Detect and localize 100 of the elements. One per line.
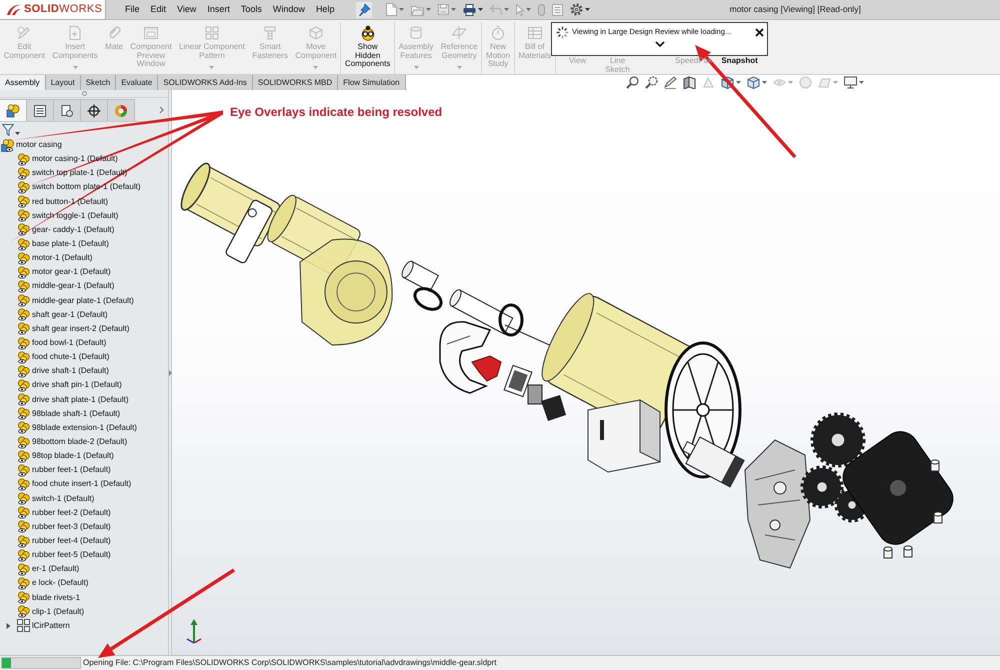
tree-item[interactable]: e lock- (Default) [32,577,88,590]
tree-item[interactable]: food bowl-1 (Default) [32,337,106,350]
window-icon [143,25,159,41]
tree-item[interactable]: 98blade shaft-1 (Default) [32,408,120,420]
expand-arrow-icon[interactable] [6,622,11,629]
tree-item[interactable]: motor casing [16,139,62,152]
tree-item[interactable]: motor-1 (Default) [32,252,92,264]
tree-item[interactable]: drive shaft-1 (Default) [32,365,109,378]
tree-item[interactable]: shaft gear-1 (Default) [32,308,108,321]
part-icon [17,548,30,562]
panel-tab[interactable] [0,99,27,121]
caret-icon[interactable] [859,81,864,84]
part-icon [17,364,30,378]
tree-item[interactable]: 98blade extension-1 (Default) [32,422,137,434]
tab[interactable]: Layout [46,75,81,90]
pencil-icon[interactable] [664,76,677,89]
tree-item[interactable]: switch-1 (Default) [32,492,94,505]
tree-item[interactable]: er-1 (Default) [32,563,80,576]
book-icon[interactable] [683,76,696,89]
menu-item[interactable]: View [177,2,196,16]
magnifier-icon[interactable] [645,76,658,89]
filter-icon[interactable] [2,124,14,136]
tab[interactable]: Assembly [0,75,46,90]
part-icon [17,591,30,604]
caret-icon[interactable] [736,81,741,84]
tab[interactable]: Evaluate [116,75,158,90]
tree-item[interactable]: clip-1 (Default) [32,606,84,618]
ribbon-button[interactable]: Show Hidden Components [341,22,394,74]
tree-item[interactable]: food chute-1 (Default) [32,351,110,364]
tree-item[interactable]: red button-1 (Default) [32,196,108,208]
tree-item[interactable]: base plate-1 (Default) [32,238,109,250]
printer-icon[interactable] [463,4,476,16]
part-icon [17,209,30,222]
tree-item[interactable]: lCirPattern [32,620,70,632]
cylinder-icon [408,25,424,41]
settings-icon[interactable] [570,3,584,16]
part-icon [17,266,30,279]
tree-item[interactable]: rubber feet-3 (Default) [32,520,111,533]
menu-item[interactable]: Window [272,2,305,16]
chevron-right-icon[interactable] [159,106,164,114]
tree-item[interactable]: rubber feet-5 (Default) [32,549,111,562]
tree-item[interactable]: rubber feet-4 (Default) [32,535,111,547]
panel-tab[interactable] [54,99,81,121]
graphics-area[interactable] [172,90,1000,655]
panel-tab[interactable] [27,99,54,121]
list-icon [33,104,47,118]
tab[interactable]: SOLIDWORKS Add-Ins [158,75,253,90]
monitor-icon[interactable] [844,76,857,89]
tab[interactable]: SOLIDWORKS MBD [252,75,338,90]
tree-item[interactable]: food chute insert-1 (Default) [32,478,132,490]
menu-item[interactable]: Edit [150,2,166,16]
magnifier-icon[interactable] [626,76,639,89]
menu-item[interactable]: Insert [207,2,230,16]
part-icon [17,378,30,392]
part-icon [17,336,30,350]
panel-tab[interactable] [81,99,108,121]
cube-icon[interactable] [747,76,760,89]
tree-item[interactable]: blade rivets-1 [32,592,80,604]
part-icon [17,294,30,308]
ring-part [413,287,443,311]
motor-part [682,436,745,488]
caret-icon[interactable] [762,81,767,84]
tree-item[interactable]: shaft gear insert-2 (Default) [32,322,130,335]
gear-part [800,466,844,508]
tree-item[interactable]: middle-gear plate-1 (Default) [32,294,134,307]
part-icon [17,280,30,293]
tree-item[interactable]: 98bottom blade-2 (Default) [32,436,128,448]
tree-item[interactable]: drive shaft plate-1 (Default) [32,394,128,406]
tree-item[interactable]: 98top blade-1 (Default) [32,450,114,462]
part-icon [17,492,30,506]
caret-icon[interactable] [15,132,20,134]
table-icon [526,25,543,41]
tab[interactable]: Sketch [80,75,116,90]
menu-item[interactable]: Help [316,2,334,16]
tree-item[interactable]: middle-gear-1 (Default) [32,280,114,292]
stopwatch-icon [490,25,506,41]
part-icon [17,393,30,406]
pin-icon[interactable] [356,2,372,18]
ribbon-button[interactable]: Snapshot [716,57,764,66]
part-icon [17,195,30,208]
tree-item[interactable]: motor gear-1 (Default) [32,266,111,278]
menu-item[interactable]: File [125,2,140,16]
caret-icon[interactable] [478,8,484,11]
tree-item[interactable]: rubber feet-2 (Default) [32,506,111,519]
close-icon[interactable] [755,28,764,36]
tree-item[interactable]: rubber feet-1 (Default) [32,464,111,476]
part-icon [17,520,30,534]
tree-item[interactable]: switch toggle-1 (Default) [32,210,118,222]
caret-icon[interactable] [585,8,590,11]
document-icon [60,104,74,118]
menu-item[interactable]: Tools [240,2,262,16]
part-icon [17,506,30,520]
chevron-down-icon[interactable] [654,41,664,47]
tab[interactable]: Flow Simulation [338,75,406,90]
color-wheel-icon [114,104,128,118]
collapse-arrow-icon[interactable] [168,370,172,376]
grid-icon [204,25,220,41]
logo-icon [6,2,22,16]
tree-item[interactable]: drive shaft pin-1 (Default) [32,379,122,392]
tree-item[interactable]: gear- caddy-1 (Default) [32,224,114,236]
